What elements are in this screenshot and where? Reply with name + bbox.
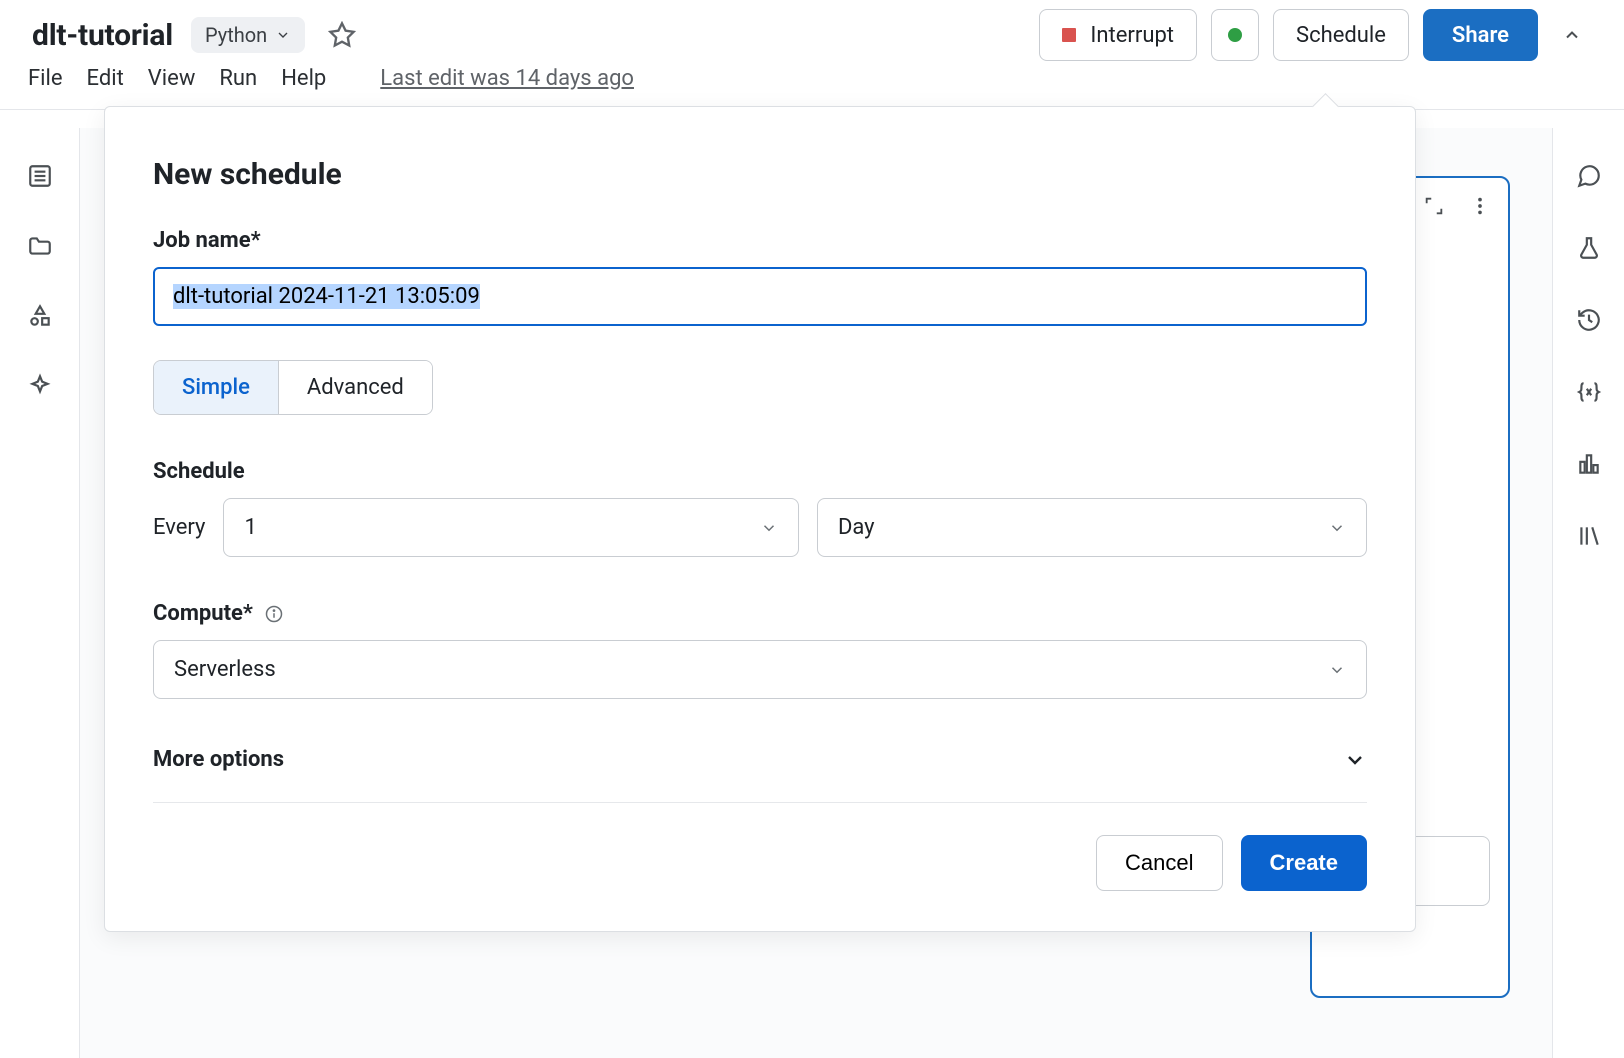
list-icon [27, 163, 53, 189]
history-icon [1576, 307, 1602, 333]
folder-icon [27, 233, 53, 259]
schema-panel-button[interactable] [16, 292, 64, 340]
chevron-down-icon [1328, 519, 1346, 537]
library-icon [1576, 523, 1602, 549]
stop-icon [1062, 28, 1076, 42]
interrupt-label: Interrupt [1090, 23, 1174, 48]
schedule-row: Every 1 Day [153, 498, 1367, 557]
schedule-popover: New schedule Job name* Simple Advanced S… [104, 106, 1416, 932]
cell-toolbar [1420, 192, 1494, 220]
expand-header-button[interactable] [1552, 9, 1592, 61]
history-panel-button[interactable] [1565, 296, 1613, 344]
favorite-button[interactable] [325, 18, 359, 52]
menu-run[interactable]: Run [219, 60, 273, 97]
chevron-down-icon [275, 27, 291, 43]
chevron-down-icon [1562, 25, 1582, 45]
language-selector[interactable]: Python [191, 17, 305, 53]
schedule-button[interactable]: Schedule [1273, 9, 1409, 61]
sparkle-icon [27, 373, 53, 399]
chevron-down-icon [760, 519, 778, 537]
interval-value: 1 [244, 515, 256, 540]
notebook-title[interactable]: dlt-tutorial [32, 18, 173, 53]
menu-bar: File Edit View Run Help Last edit was 14… [0, 56, 1624, 109]
schedule-mode-tabs: Simple Advanced [153, 360, 433, 415]
job-name-input[interactable] [153, 267, 1367, 326]
shapes-icon [27, 303, 53, 329]
tab-advanced[interactable]: Advanced [279, 361, 432, 414]
job-name-label: Job name* [153, 228, 1367, 253]
create-button[interactable]: Create [1241, 835, 1367, 891]
language-label: Python [205, 23, 267, 47]
share-label: Share [1452, 23, 1509, 48]
chat-icon [1576, 163, 1602, 189]
interval-unit-select[interactable]: Day [817, 498, 1367, 557]
braces-icon [1576, 379, 1602, 405]
compute-value: Serverless [174, 657, 276, 682]
data-panel-button[interactable] [1565, 440, 1613, 488]
menu-edit[interactable]: Edit [87, 60, 140, 97]
chevron-down-icon [1328, 661, 1346, 679]
bars-icon [1576, 451, 1602, 477]
schedule-label: Schedule [153, 459, 1367, 484]
menu-help[interactable]: Help [281, 60, 342, 97]
flask-icon [1576, 235, 1602, 261]
header-bar: dlt-tutorial Python Interrupt Schedule S… [0, 0, 1624, 56]
last-edit-link[interactable]: Last edit was 14 days ago [380, 66, 634, 91]
more-options-label: More options [153, 747, 284, 772]
star-icon [328, 21, 356, 49]
compute-label: Compute* [153, 601, 1367, 626]
interval-unit: Day [838, 515, 875, 540]
menu-file[interactable]: File [28, 60, 79, 97]
variables-panel-button[interactable] [1565, 368, 1613, 416]
popover-title: New schedule [153, 157, 1367, 192]
assistant-panel-button[interactable] [16, 362, 64, 410]
expand-icon [1423, 195, 1445, 217]
interrupt-button[interactable]: Interrupt [1039, 9, 1197, 61]
compute-select[interactable]: Serverless [153, 640, 1367, 699]
left-rail [0, 128, 80, 1058]
files-panel-button[interactable] [16, 222, 64, 270]
kebab-icon [1469, 195, 1491, 217]
tab-simple[interactable]: Simple [154, 361, 279, 414]
cell-expand-button[interactable] [1420, 192, 1448, 220]
cancel-button[interactable]: Cancel [1096, 835, 1222, 891]
more-options-toggle[interactable]: More options [153, 747, 1367, 803]
chevron-down-icon [1343, 748, 1367, 772]
info-icon [265, 605, 283, 623]
cluster-status-button[interactable] [1211, 9, 1259, 61]
compute-info-button[interactable] [263, 603, 285, 625]
interval-value-select[interactable]: 1 [223, 498, 798, 557]
compute-label-text: Compute* [153, 601, 253, 626]
cell-menu-button[interactable] [1466, 192, 1494, 220]
every-label: Every [153, 515, 205, 540]
outline-panel-button[interactable] [16, 152, 64, 200]
popover-footer: Cancel Create [153, 835, 1367, 891]
status-dot-icon [1228, 28, 1242, 42]
share-button[interactable]: Share [1423, 9, 1538, 61]
menu-view[interactable]: View [148, 60, 212, 97]
experiments-panel-button[interactable] [1565, 224, 1613, 272]
comments-panel-button[interactable] [1565, 152, 1613, 200]
notebook-canvas: e}") New schedule Job name* Simple Advan… [80, 128, 1552, 1058]
right-rail [1552, 128, 1624, 1058]
schedule-label: Schedule [1296, 23, 1386, 48]
library-panel-button[interactable] [1565, 512, 1613, 560]
